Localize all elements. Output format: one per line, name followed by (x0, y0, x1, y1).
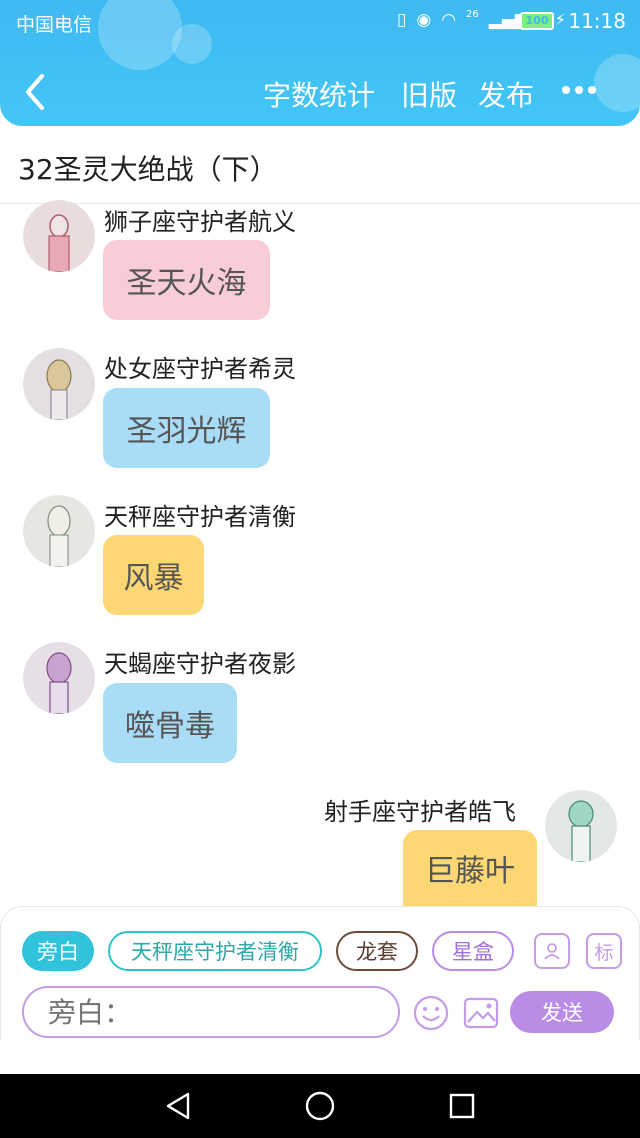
old-version-button[interactable]: 旧版 (401, 74, 457, 114)
avatar[interactable] (23, 642, 95, 714)
avatar[interactable] (545, 790, 617, 862)
role-tag-star-box[interactable]: 星盒 (432, 931, 514, 971)
recents-square-icon (449, 1093, 475, 1119)
avatar-image (23, 642, 95, 714)
person-card-icon (544, 943, 560, 960)
decor-bubble (594, 54, 640, 112)
tag-button[interactable]: 标 (586, 933, 622, 969)
sender-name: 天秤座守护者清衡 (104, 503, 296, 531)
sender-name: 天蝎座守护者夜影 (104, 650, 296, 678)
image-button[interactable] (462, 994, 500, 1032)
app-screen: 中国电信 ▯ ◉ ◠ 26 ▂▄▆ 100 ⚡ 11:18 字数统计 旧版 发布 (0, 0, 640, 1138)
battery-icon: 100 (520, 12, 554, 30)
chevron-left-icon (26, 74, 44, 110)
system-recents-button[interactable] (442, 1086, 482, 1126)
message-bubble[interactable]: 圣天火海 (103, 240, 270, 320)
charging-icon: ⚡ (554, 10, 566, 29)
publish-button[interactable]: 发布 (478, 74, 534, 114)
avatar-image (23, 200, 95, 272)
smiley-icon (413, 995, 449, 1031)
message-bubble[interactable]: 风暴 (103, 535, 204, 615)
avatar[interactable] (23, 200, 95, 272)
home-circle-icon (305, 1091, 335, 1121)
network-label: 26 (466, 8, 479, 20)
emoji-button[interactable] (412, 994, 450, 1032)
back-button[interactable] (18, 70, 52, 114)
more-button[interactable] (560, 74, 598, 108)
eye-icon: ◉ (416, 10, 432, 30)
system-home-button[interactable] (300, 1086, 340, 1126)
status-icons: ▯ ◉ ◠ 26 ▂▄▆ (396, 8, 528, 31)
role-tag-libra-guardian[interactable]: 天秤座守护者清衡 (108, 931, 322, 971)
message-bubble[interactable]: 巨藤叶 (403, 830, 537, 906)
avatar-image (545, 790, 617, 862)
image-icon (463, 997, 499, 1029)
message-bubble[interactable]: 噬骨毒 (103, 683, 237, 763)
status-bar: 中国电信 ▯ ◉ ◠ 26 ▂▄▆ 100 ⚡ 11:18 (0, 0, 640, 44)
sender-name: 狮子座守护者航义 (104, 208, 296, 236)
avatar[interactable] (23, 495, 95, 567)
message-input[interactable] (22, 986, 400, 1038)
sender-name: 处女座守护者希灵 (104, 355, 296, 383)
word-count-button[interactable]: 字数统计 (263, 74, 375, 114)
avatar[interactable] (23, 348, 95, 420)
system-back-button[interactable] (158, 1086, 198, 1126)
header: 中国电信 ▯ ◉ ◠ 26 ▂▄▆ 100 ⚡ 11:18 字数统计 旧版 发布 (0, 0, 640, 126)
back-triangle-icon (166, 1092, 190, 1120)
page-title: 32圣灵大绝战（下） (18, 153, 278, 186)
avatar-image (23, 495, 95, 567)
wifi-icon: ◠ (441, 10, 457, 30)
more-dots-icon (562, 86, 596, 94)
send-button[interactable]: 发送 (510, 991, 614, 1033)
avatar-image (23, 348, 95, 420)
role-tag-extra[interactable]: 龙套 (336, 931, 418, 971)
role-picker-button[interactable] (534, 933, 570, 969)
message-bubble[interactable]: 圣羽光辉 (103, 388, 270, 468)
clock: 11:18 (568, 9, 626, 33)
sender-name: 射手座守护者皓飞 (324, 798, 516, 826)
carrier-label: 中国电信 (16, 14, 93, 36)
role-tag-narration[interactable]: 旁白 (22, 931, 94, 971)
vibrate-icon: ▯ (396, 10, 407, 30)
